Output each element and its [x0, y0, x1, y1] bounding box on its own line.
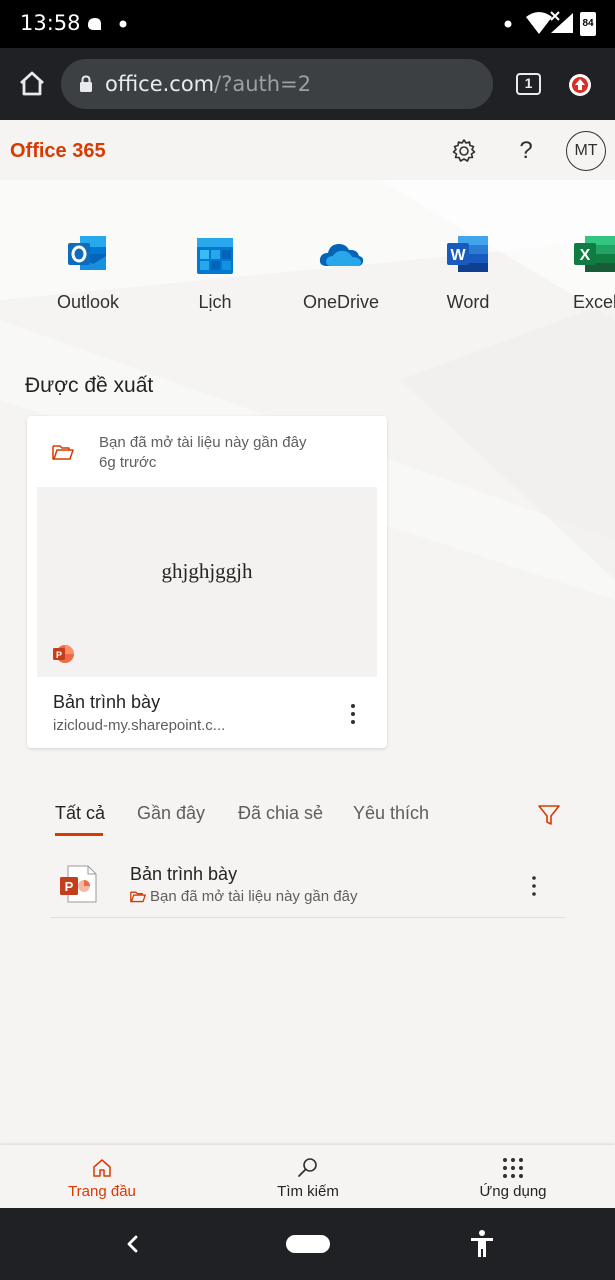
app-label: Excel — [572, 292, 615, 312]
open-folder-icon — [52, 445, 74, 460]
signal-icon — [550, 11, 573, 33]
home-pill-button[interactable] — [286, 1235, 330, 1253]
recommended-title: Được đề xuất — [25, 374, 154, 397]
powerpoint-icon: P — [53, 645, 74, 663]
home-icon[interactable] — [14, 66, 50, 102]
app-label: Outlook — [56, 292, 120, 312]
document-thumbnail[interactable]: ghjghjggjh P — [37, 487, 377, 677]
more-options-icon[interactable] — [343, 700, 363, 728]
powerpoint-file-icon: P — [60, 865, 97, 903]
address-bar[interactable]: office.com/?auth=2 — [61, 59, 493, 109]
status-bar: 13:58 84 — [0, 0, 615, 48]
svg-text:P: P — [65, 879, 74, 894]
battery-icon: 84 — [580, 12, 596, 36]
open-folder-icon — [130, 891, 146, 903]
tab-shared[interactable]: Đã chia sẻ — [238, 803, 323, 824]
nav-label: Ứng dụng — [479, 1183, 547, 1200]
back-icon[interactable] — [122, 1233, 142, 1255]
nav-home[interactable]: Trang đầu — [32, 1157, 172, 1200]
dot-icon — [504, 20, 512, 28]
help-button[interactable]: ? — [514, 137, 538, 165]
office-header: Office 365 ? MT — [0, 120, 615, 180]
settings-gear-icon[interactable] — [451, 138, 477, 164]
tab-favorites[interactable]: Yêu thích — [353, 803, 429, 824]
system-navigation-bar — [0, 1208, 615, 1280]
search-icon — [298, 1158, 317, 1177]
recommended-activity: Bạn đã mở tài liệu này gần đây 6g trước — [99, 433, 306, 473]
file-name[interactable]: Bản trình bày — [130, 864, 237, 885]
outlook-icon — [68, 236, 106, 270]
accessibility-icon[interactable] — [469, 1229, 495, 1259]
app-onedrive[interactable]: OneDrive — [281, 230, 401, 313]
activity-text: Bạn đã mở tài liệu này gần đây — [99, 434, 307, 451]
nav-apps[interactable]: Ứng dụng — [443, 1157, 583, 1200]
nav-label: Trang đầu — [68, 1183, 136, 1200]
office-365-logo[interactable]: Office 365 — [10, 140, 106, 163]
active-tab-indicator — [55, 833, 103, 836]
document-location: izicloud-my.sharepoint.c... — [53, 717, 226, 734]
excel-icon: X — [574, 236, 615, 272]
file-filter-tabs: Tất cả Gần đây Đã chia sẻ Yêu thích — [0, 803, 615, 839]
bottom-navigation: Trang đầu Tìm kiếm Ứng dụng — [0, 1145, 615, 1208]
url-text: office.com/?auth=2 — [105, 72, 311, 96]
nav-search[interactable]: Tìm kiếm — [238, 1157, 378, 1200]
tab-recent[interactable]: Gần đây — [137, 803, 205, 824]
apps-launcher-row: Outlook Lịch OneDrive W Word X Excel — [0, 230, 615, 330]
url-path: /?auth=2 — [214, 72, 312, 96]
app-outlook[interactable]: Outlook — [28, 230, 148, 313]
home-icon — [93, 1159, 111, 1177]
update-icon[interactable] — [568, 73, 592, 97]
tab-all[interactable]: Tất cả — [55, 803, 105, 824]
thumbnail-text: ghjghjggjh — [161, 559, 253, 583]
word-icon: W — [447, 236, 488, 272]
more-options-icon[interactable] — [524, 872, 544, 900]
url-domain: office.com — [105, 72, 215, 96]
filter-icon[interactable] — [537, 803, 561, 827]
document-name[interactable]: Bản trình bày — [53, 692, 160, 713]
svg-text:X: X — [580, 247, 591, 264]
file-activity-text: Bạn đã mở tài liệu này gần đây — [150, 888, 358, 905]
app-word[interactable]: W Word — [408, 230, 528, 313]
recommended-card[interactable]: Bạn đã mở tài liệu này gần đây 6g trước … — [27, 416, 387, 748]
app-label: Word — [446, 292, 490, 312]
apps-grid-icon — [503, 1158, 523, 1178]
svg-text:W: W — [450, 247, 466, 264]
app-excel[interactable]: X Excel — [535, 230, 615, 313]
svg-text:P: P — [56, 650, 62, 660]
app-label: Lịch — [198, 292, 232, 312]
lock-icon — [80, 75, 92, 92]
app-label: OneDrive — [302, 292, 380, 312]
browser-toolbar: office.com/?auth=2 1 — [0, 48, 615, 120]
app-calendar[interactable]: Lịch — [155, 230, 275, 313]
avatar[interactable]: MT — [566, 131, 606, 171]
status-time: 13:58 — [20, 11, 81, 35]
calendar-icon — [197, 238, 233, 274]
file-list-item[interactable]: P Bản trình bày Bạn đã mở tài liệu này g… — [50, 854, 565, 918]
tab-switcher-button[interactable]: 1 — [516, 73, 541, 95]
nav-label: Tìm kiếm — [277, 1183, 339, 1200]
file-activity: Bạn đã mở tài liệu này gần đây — [130, 888, 357, 905]
dot-icon — [119, 20, 127, 28]
battery-level: 84 — [582, 18, 594, 29]
activity-time: 6g trước — [99, 454, 157, 471]
notification-icon — [88, 18, 101, 30]
onedrive-icon — [319, 244, 364, 266]
